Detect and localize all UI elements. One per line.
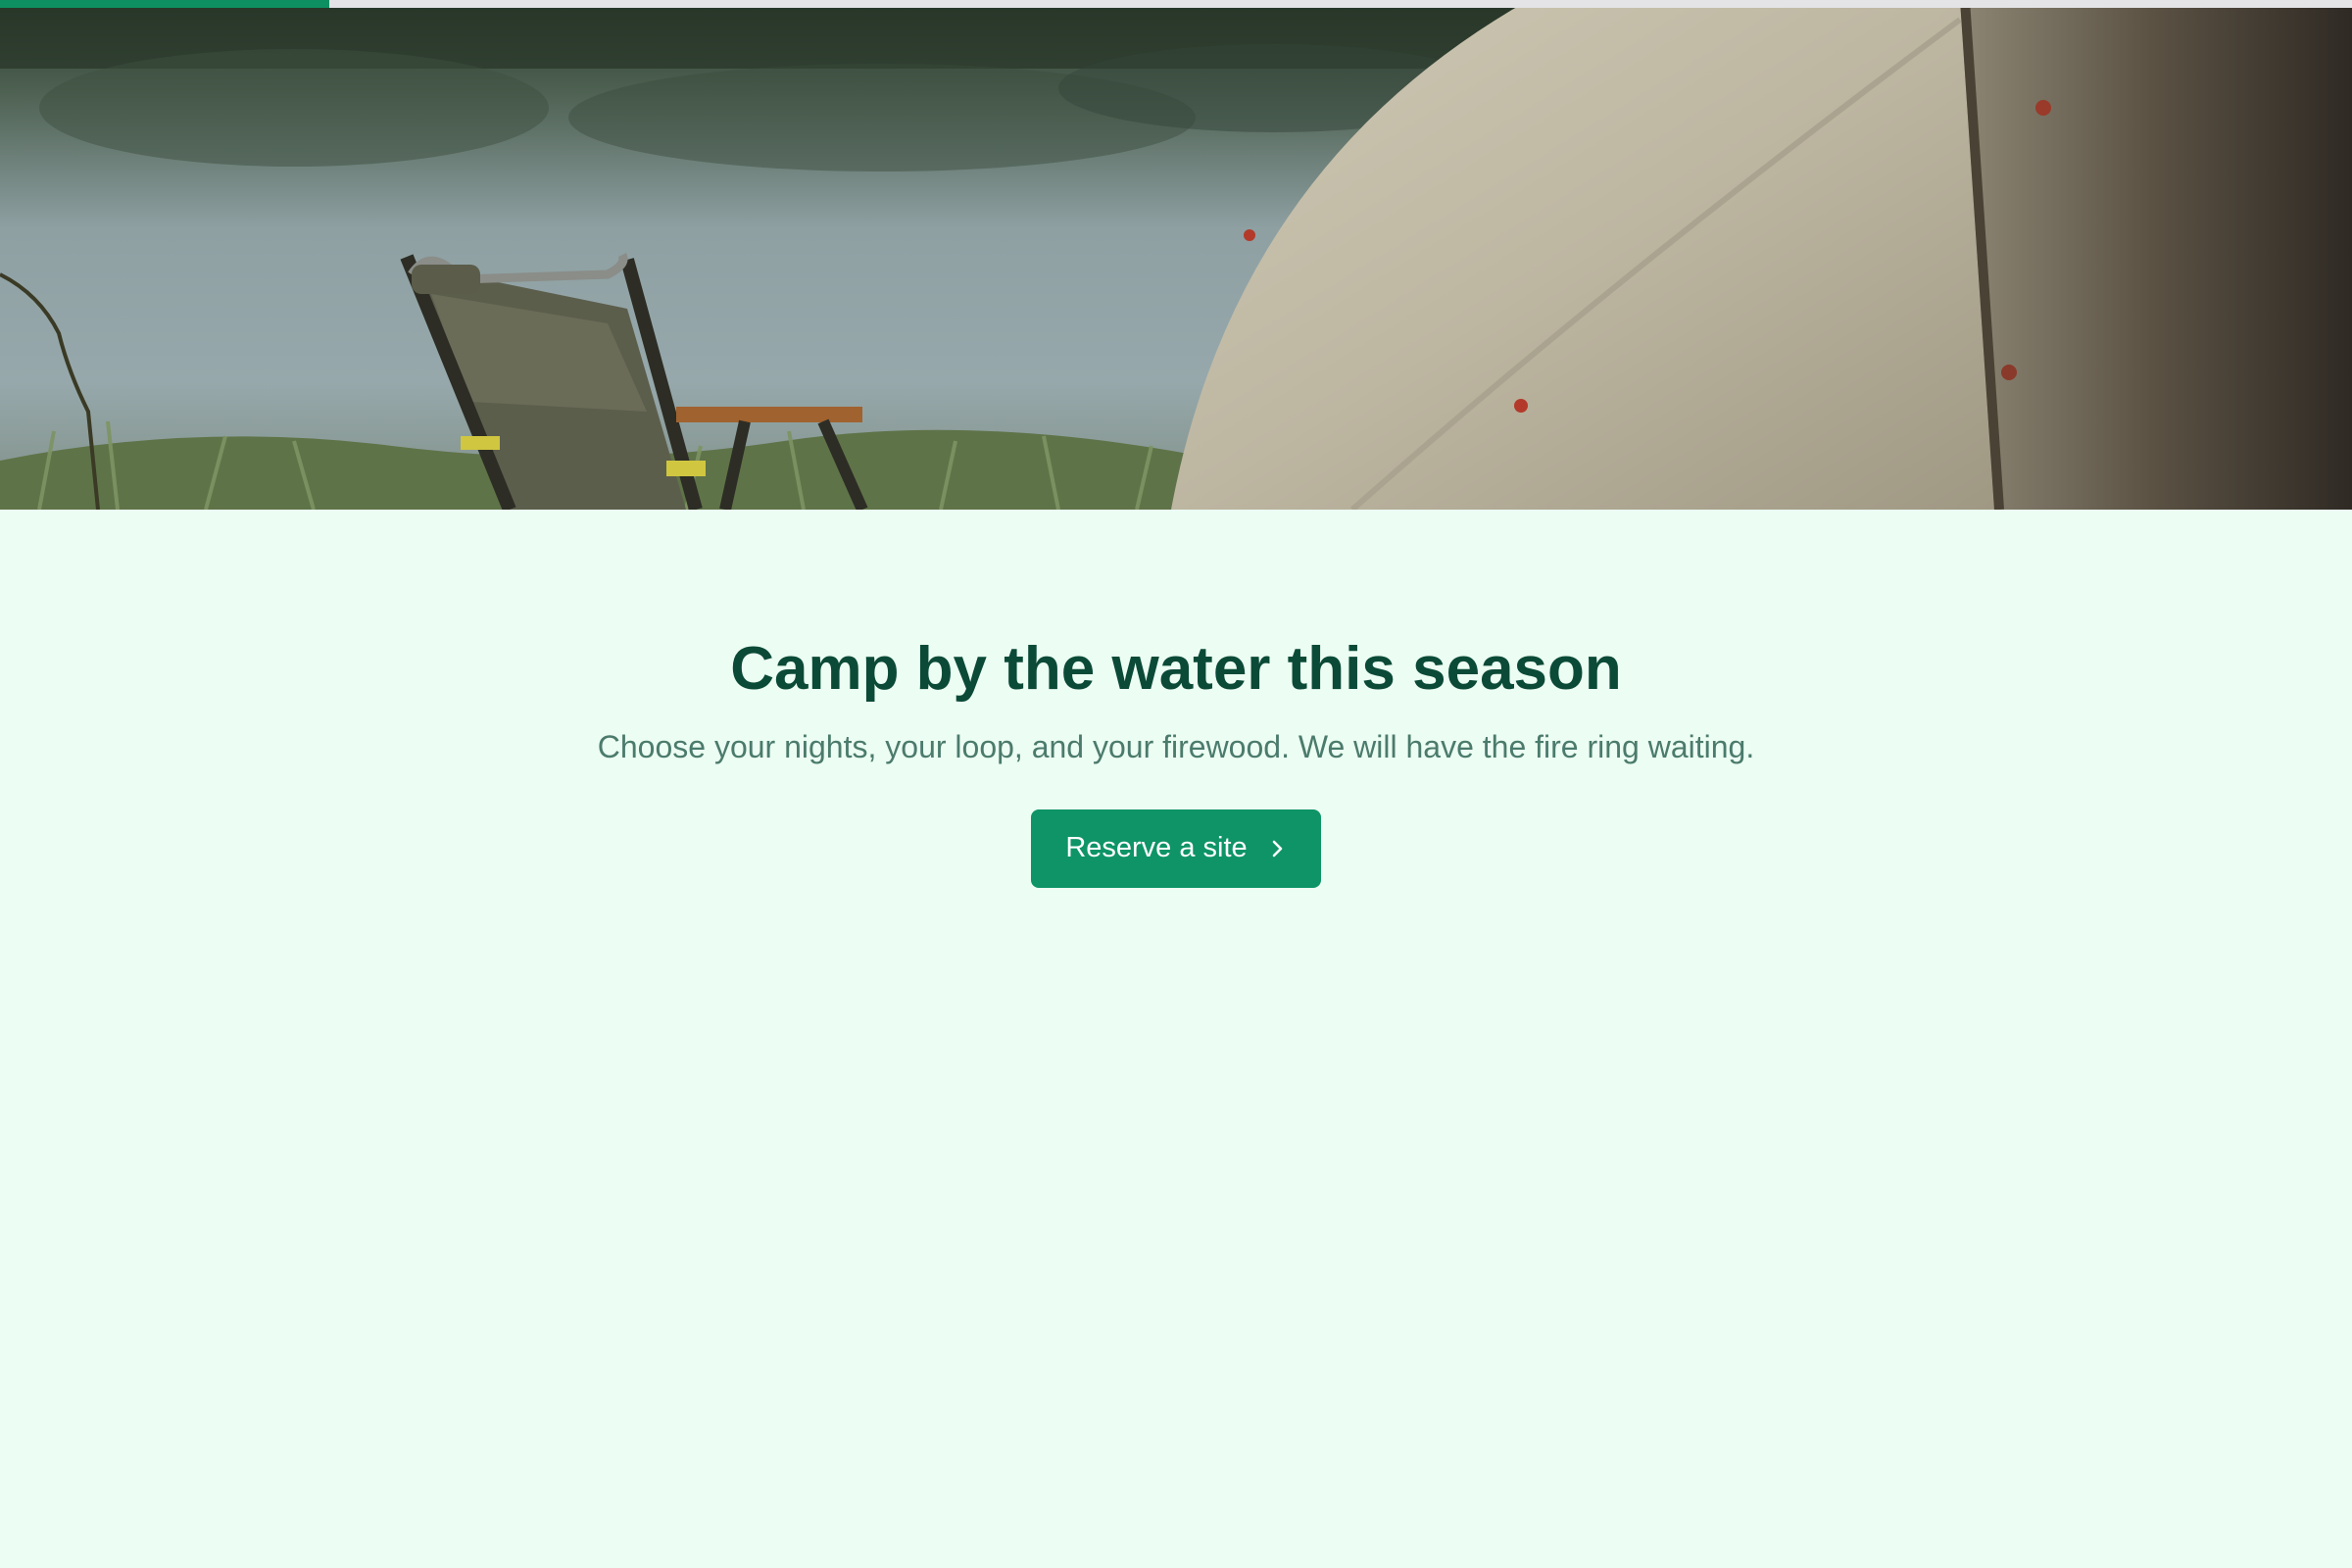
hero-image bbox=[0, 0, 2352, 510]
page-title: Camp by the water this season bbox=[730, 635, 1622, 703]
progress-fill bbox=[0, 0, 329, 8]
main-content: Camp by the water this season Choose you… bbox=[0, 510, 2352, 888]
page-subtitle: Choose your nights, your loop, and your … bbox=[597, 729, 1755, 765]
progress-bar bbox=[0, 0, 2352, 8]
reserve-site-label: Reserve a site bbox=[1065, 832, 1248, 864]
lakeside-camp-illustration bbox=[0, 0, 2352, 510]
chevron-right-icon bbox=[1272, 840, 1282, 858]
landing-page: Camp by the water this season Choose you… bbox=[0, 0, 2352, 1568]
reserve-site-button[interactable]: Reserve a site bbox=[1031, 808, 1321, 888]
